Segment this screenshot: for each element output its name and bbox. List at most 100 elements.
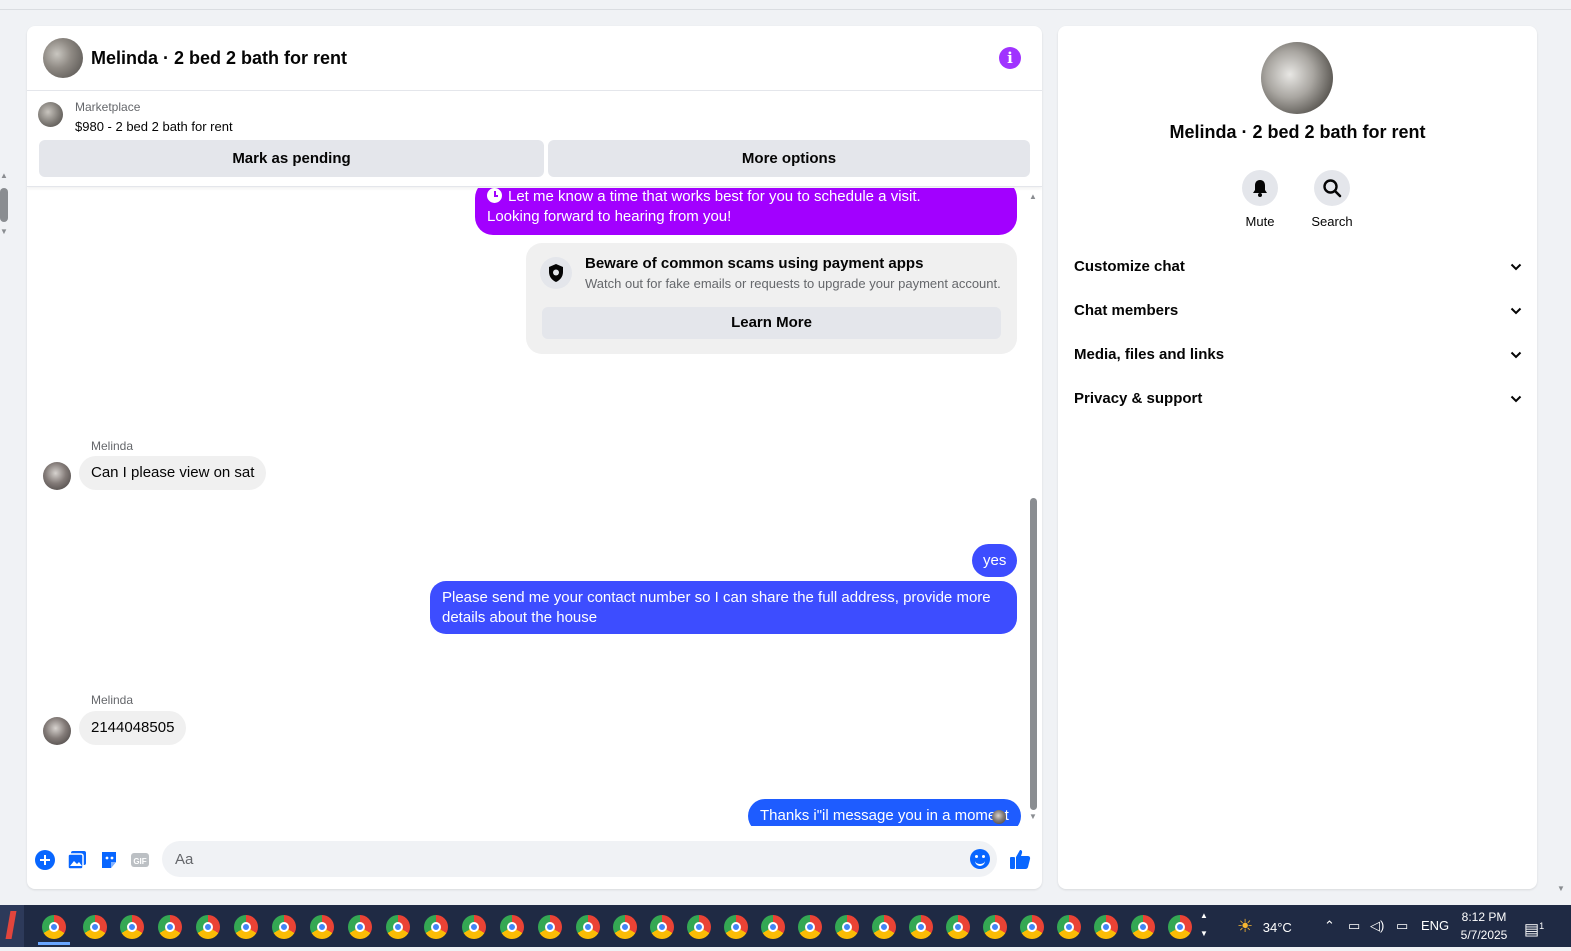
language-indicator[interactable]: ENG <box>1421 905 1449 947</box>
network-icon[interactable]: ▭ <box>1348 905 1360 947</box>
mark-as-pending-button[interactable]: Mark as pending <box>39 140 544 177</box>
scam-warning-title: Beware of common scams using payment app… <box>585 255 924 272</box>
more-options-button[interactable]: More options <box>548 140 1030 177</box>
row-label: Privacy & support <box>1074 390 1203 407</box>
left-scrollbar[interactable]: ▲ ▼ <box>0 172 10 238</box>
notifications-icon[interactable]: ▤1 <box>1524 905 1544 947</box>
taskbar-scroll-arrows-icon[interactable]: ▲ ▼ <box>1200 907 1208 943</box>
page-scrollbar[interactable]: ▼ <box>1553 0 1571 905</box>
chevron-down-icon <box>1510 351 1522 359</box>
mute-label: Mute <box>1245 214 1275 229</box>
start-button[interactable] <box>0 905 24 947</box>
clock-date: 5/7/2025 <box>1460 928 1508 942</box>
weather-temp: 34°C <box>1262 920 1292 935</box>
marketplace-banner: Marketplace $980 - 2 bed 2 bath for rent… <box>27 91 1042 187</box>
chrome-icon[interactable] <box>538 915 562 939</box>
chrome-icon[interactable] <box>576 915 600 939</box>
photo-icon[interactable] <box>67 850 87 870</box>
chrome-icon[interactable] <box>1057 915 1081 939</box>
chrome-icon[interactable] <box>909 915 933 939</box>
scroll-up-arrow-icon[interactable]: ▲ <box>1028 192 1038 201</box>
search-icon[interactable] <box>1314 170 1350 206</box>
chrome-icon[interactable] <box>983 915 1007 939</box>
chrome-icon[interactable] <box>798 915 822 939</box>
chevron-down-icon <box>1510 263 1522 271</box>
chat-members-row[interactable]: Chat members <box>1074 289 1522 333</box>
sender-avatar[interactable] <box>43 462 71 490</box>
conversation-info-panel: Melinda · 2 bed 2 bath for rent Mute Sea… <box>1058 26 1537 889</box>
chat-avatar[interactable] <box>43 38 83 78</box>
message-scrollbar[interactable]: ▲ ▼ <box>1028 188 1040 826</box>
media-files-links-row[interactable]: Media, files and links <box>1074 333 1522 377</box>
thumbs-up-icon[interactable] <box>1009 848 1031 869</box>
learn-more-button[interactable]: Learn More <box>542 307 1001 339</box>
svg-text:GIF: GIF <box>133 857 146 866</box>
row-label: Customize chat <box>1074 258 1185 275</box>
chrome-icon[interactable] <box>1168 915 1192 939</box>
message-input[interactable] <box>162 841 942 877</box>
scroll-down-arrow-icon[interactable]: ▼ <box>0 228 8 236</box>
chrome-icon[interactable] <box>196 915 220 939</box>
chrome-icon[interactable] <box>872 915 896 939</box>
show-hidden-icons-icon[interactable]: ⌃ <box>1324 905 1335 947</box>
chrome-icon[interactable] <box>310 915 334 939</box>
chrome-icon[interactable] <box>1020 915 1044 939</box>
chat-title[interactable]: Melinda · 2 bed 2 bath for rent <box>91 48 347 69</box>
chat-panel: Melinda · 2 bed 2 bath for rent i Market… <box>27 26 1042 889</box>
chrome-icon[interactable] <box>234 915 258 939</box>
chrome-icon[interactable] <box>348 915 372 939</box>
message-bubble-outgoing[interactable]: Please send me your contact number so I … <box>430 581 1017 634</box>
display-icon[interactable]: ▭ <box>1396 905 1408 947</box>
scam-warning-description: Watch out for fake emails or requests to… <box>585 276 1001 291</box>
search-label: Search <box>1311 214 1353 229</box>
privacy-support-row[interactable]: Privacy & support <box>1074 377 1522 421</box>
chrome-icon[interactable] <box>38 915 70 945</box>
message-list[interactable]: Let me know a time that works best for y… <box>27 188 1042 826</box>
scroll-down-arrow-icon[interactable]: ▼ <box>1557 884 1565 893</box>
chrome-icon[interactable] <box>650 915 674 939</box>
listing-title[interactable]: $980 - 2 bed 2 bath for rent <box>75 119 233 134</box>
chrome-icon[interactable] <box>1131 915 1155 939</box>
sender-avatar[interactable] <box>43 717 71 745</box>
message-bubble-outgoing[interactable]: Thanks i"il message you in a moment <box>748 799 1021 826</box>
chrome-icon[interactable] <box>158 915 182 939</box>
chrome-icon[interactable] <box>835 915 859 939</box>
message-text: Let me know a time that works best for y… <box>508 188 921 205</box>
chrome-icon[interactable] <box>724 915 748 939</box>
plus-icon[interactable] <box>35 850 55 870</box>
scrollbar-thumb[interactable] <box>0 188 8 222</box>
chrome-icon[interactable] <box>272 915 296 939</box>
message-bubble-outgoing[interactable]: Let me know a time that works best for y… <box>475 188 1017 235</box>
scroll-down-arrow-icon[interactable]: ▼ <box>1028 812 1038 821</box>
chrome-icon[interactable] <box>424 915 448 939</box>
info-icon[interactable]: i <box>999 47 1021 69</box>
mute-button[interactable]: Mute <box>1230 170 1290 229</box>
customize-chat-row[interactable]: Customize chat <box>1074 245 1522 289</box>
chrome-icon[interactable] <box>687 915 711 939</box>
gif-icon[interactable]: GIF <box>130 850 150 870</box>
chrome-icon[interactable] <box>946 915 970 939</box>
listing-thumbnail[interactable] <box>38 102 63 127</box>
chrome-icon[interactable] <box>613 915 637 939</box>
bell-icon[interactable] <box>1242 170 1278 206</box>
chrome-icon[interactable] <box>120 915 144 939</box>
profile-avatar[interactable] <box>1261 42 1333 114</box>
sticker-icon[interactable] <box>99 850 119 870</box>
chrome-icon[interactable] <box>462 915 486 939</box>
message-bubble-incoming[interactable]: 2144048505 <box>79 711 187 745</box>
chrome-icon[interactable] <box>500 915 524 939</box>
clock[interactable]: 8:12 PM 5/7/2025 <box>1456 908 1512 944</box>
chrome-icon[interactable] <box>386 915 410 939</box>
scroll-up-arrow-icon[interactable]: ▲ <box>0 172 8 180</box>
sender-name: Melinda <box>91 693 134 707</box>
chrome-icon[interactable] <box>1094 915 1118 939</box>
chrome-icon[interactable] <box>83 915 107 939</box>
message-bubble-incoming[interactable]: Can I please view on sat <box>79 456 267 490</box>
emoji-icon[interactable] <box>970 849 990 869</box>
volume-icon[interactable]: ◁) <box>1370 905 1384 947</box>
message-bubble-outgoing[interactable]: yes <box>972 544 1018 577</box>
chrome-icon[interactable] <box>761 915 785 939</box>
search-button[interactable]: Search <box>1302 170 1362 229</box>
weather-widget[interactable]: ☀ 34°C <box>1237 905 1292 947</box>
scrollbar-thumb[interactable] <box>1030 498 1037 810</box>
